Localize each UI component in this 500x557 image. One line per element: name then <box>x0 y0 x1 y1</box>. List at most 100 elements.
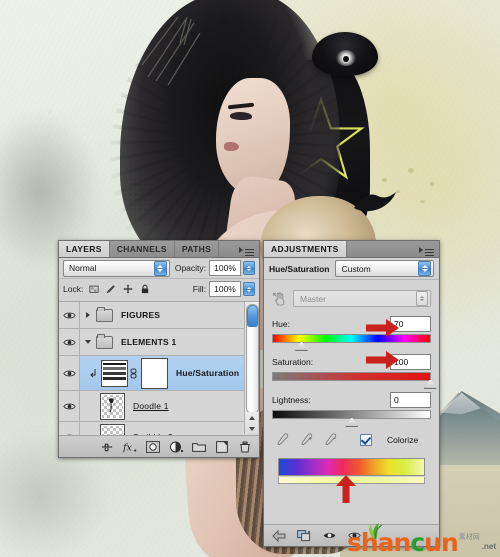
blend-mode-select[interactable]: Normal <box>63 259 170 277</box>
layer-row-figures[interactable]: FIGURES <box>59 302 259 329</box>
scroll-down-icon[interactable] <box>248 426 255 431</box>
lock-row: Lock: Fill: 100% <box>59 279 259 299</box>
opacity-stepper-icon[interactable] <box>243 261 255 275</box>
lock-position-icon[interactable] <box>123 284 133 294</box>
layers-panel-menu-icon[interactable] <box>239 243 256 255</box>
group-disclosure-triangle[interactable] <box>83 312 93 318</box>
layer-row-elements-1[interactable]: ELEMENTS 1 <box>59 329 259 356</box>
layers-panel[interactable]: LAYERS CHANNELS PATHS Normal Opacity: 10… <box>58 240 260 458</box>
clipping-mask-arrow-icon <box>90 368 96 377</box>
return-to-adjustment-list-icon[interactable] <box>272 529 286 543</box>
colorize-checkbox[interactable] <box>360 433 372 446</box>
new-adjustment-layer-icon[interactable] <box>169 440 183 454</box>
channel-row: Master <box>272 290 431 307</box>
eye-icon <box>62 339 76 345</box>
leaf-logo-icon <box>369 522 383 540</box>
eyedropper-subtract-icon[interactable] <box>324 433 337 446</box>
link-layers-icon[interactable] <box>100 440 114 454</box>
layer-list[interactable]: FIGURES ELEMENTS 1 Hue/Saturation Doodle… <box>59 301 259 435</box>
blend-mode-row: Normal Opacity: 100% <box>59 258 259 279</box>
lightness-slider-track[interactable] <box>272 410 431 427</box>
eyedropper-add-icon[interactable] <box>300 433 313 446</box>
watermark-net: .net <box>481 542 496 551</box>
channel-value: Master <box>300 293 326 304</box>
artwork-hat-pupil <box>343 56 349 62</box>
layer-list-scrollbar[interactable] <box>244 302 259 421</box>
fill-stepper-icon[interactable] <box>243 282 255 296</box>
clip-to-layer-icon[interactable] <box>297 529 311 543</box>
opacity-value[interactable]: 100% <box>209 260 242 276</box>
preset-value: Custom <box>341 263 371 274</box>
layer-name[interactable]: ELEMENTS 1 <box>121 337 176 347</box>
adjustment-header: Hue/Saturation Custom <box>264 258 439 280</box>
layer-name[interactable]: FIGURES <box>121 310 160 320</box>
layer-list-scrollbar-thumb[interactable] <box>246 304 259 414</box>
eyedropper-row: Colorize <box>272 433 431 446</box>
layer-visibility-toggle[interactable] <box>59 329 80 355</box>
targeted-adjustment-tool-icon[interactable] <box>272 291 287 306</box>
layer-row-scribble-2[interactable]: Scribble 2 <box>59 422 259 435</box>
hue-slider-track[interactable] <box>272 334 431 351</box>
add-layer-mask-icon[interactable] <box>146 440 160 454</box>
colorize-label: Colorize <box>387 434 419 445</box>
layer-name[interactable]: Doodle 1 <box>133 401 169 411</box>
group-disclosure-triangle[interactable] <box>83 340 93 344</box>
saturation-slider-block: Saturation: 100 <box>272 353 437 389</box>
new-group-icon[interactable] <box>192 440 206 454</box>
adjustment-body: Master Hue: 70 Saturation: 100 Lightness… <box>264 280 439 484</box>
adjustments-panel-menu-icon[interactable] <box>419 243 436 255</box>
preset-stepper-icon[interactable] <box>418 261 431 276</box>
layer-visibility-toggle[interactable] <box>59 422 80 435</box>
layer-thumbnail[interactable] <box>100 423 125 435</box>
saturation-slider-track[interactable] <box>272 372 437 389</box>
adjustment-layer-thumbnail[interactable] <box>101 359 128 387</box>
hue-label: Hue: <box>272 318 290 329</box>
delete-layer-icon[interactable] <box>238 440 252 454</box>
tab-channels[interactable]: CHANNELS <box>109 241 175 257</box>
eyedropper-icon[interactable] <box>276 433 289 446</box>
layer-style-fx-icon[interactable]: fx <box>123 440 137 454</box>
lightness-slider-knob[interactable] <box>345 417 359 427</box>
channel-stepper-icon[interactable] <box>416 291 428 306</box>
eye-icon <box>62 403 76 409</box>
lightness-slider-block: Lightness: 0 <box>272 391 431 427</box>
tab-layers[interactable]: LAYERS <box>59 241 110 257</box>
scroll-up-icon[interactable] <box>248 415 255 420</box>
adjustment-title: Hue/Saturation <box>269 263 330 274</box>
layer-name[interactable]: Hue/Saturation <box>176 368 239 378</box>
group-folder-icon <box>96 306 113 322</box>
watermark-un: un <box>424 527 459 557</box>
eye-icon <box>62 312 76 318</box>
lock-image-pixels-icon[interactable] <box>106 284 116 294</box>
artwork-lips <box>224 142 239 151</box>
layer-visibility-toggle[interactable] <box>59 391 80 421</box>
artwork-splatter <box>396 190 400 193</box>
preset-select[interactable]: Custom <box>335 260 434 277</box>
layer-list-scroll-arrows[interactable] <box>244 412 258 434</box>
layers-panel-footer: fx <box>59 435 259 457</box>
lightness-value-input[interactable]: 0 <box>390 391 431 408</box>
artwork-splatter <box>382 178 387 182</box>
new-layer-icon[interactable] <box>215 440 229 454</box>
saturation-slider-knob[interactable] <box>423 379 437 389</box>
lightness-label: Lightness: <box>272 394 311 405</box>
layer-visibility-toggle[interactable] <box>59 302 80 328</box>
tab-adjustments[interactable]: ADJUSTMENTS <box>264 241 347 257</box>
layer-thumbnail[interactable] <box>100 392 125 420</box>
tab-paths[interactable]: PATHS <box>174 241 220 257</box>
artwork-splatter <box>430 182 434 186</box>
layer-row-doodle-1[interactable]: Doodle 1 <box>59 391 259 422</box>
layer-visibility-toggle[interactable] <box>59 356 80 390</box>
hue-slider-knob[interactable] <box>294 341 308 351</box>
lock-transparent-pixels-icon[interactable] <box>89 284 99 294</box>
layer-row-hue-saturation[interactable]: Hue/Saturation <box>59 356 259 391</box>
toggle-layer-visibility-icon[interactable] <box>322 529 336 543</box>
layer-mask-thumbnail[interactable] <box>141 357 168 389</box>
colorize-checkbox-arrow <box>336 475 356 503</box>
lock-all-icon[interactable] <box>140 284 150 294</box>
blend-mode-stepper-icon[interactable] <box>153 260 167 276</box>
fill-value[interactable]: 100% <box>209 281 241 297</box>
watermark-c: c <box>410 527 425 557</box>
channel-select[interactable]: Master <box>293 290 431 307</box>
link-thumbnails-icon[interactable] <box>129 368 138 379</box>
